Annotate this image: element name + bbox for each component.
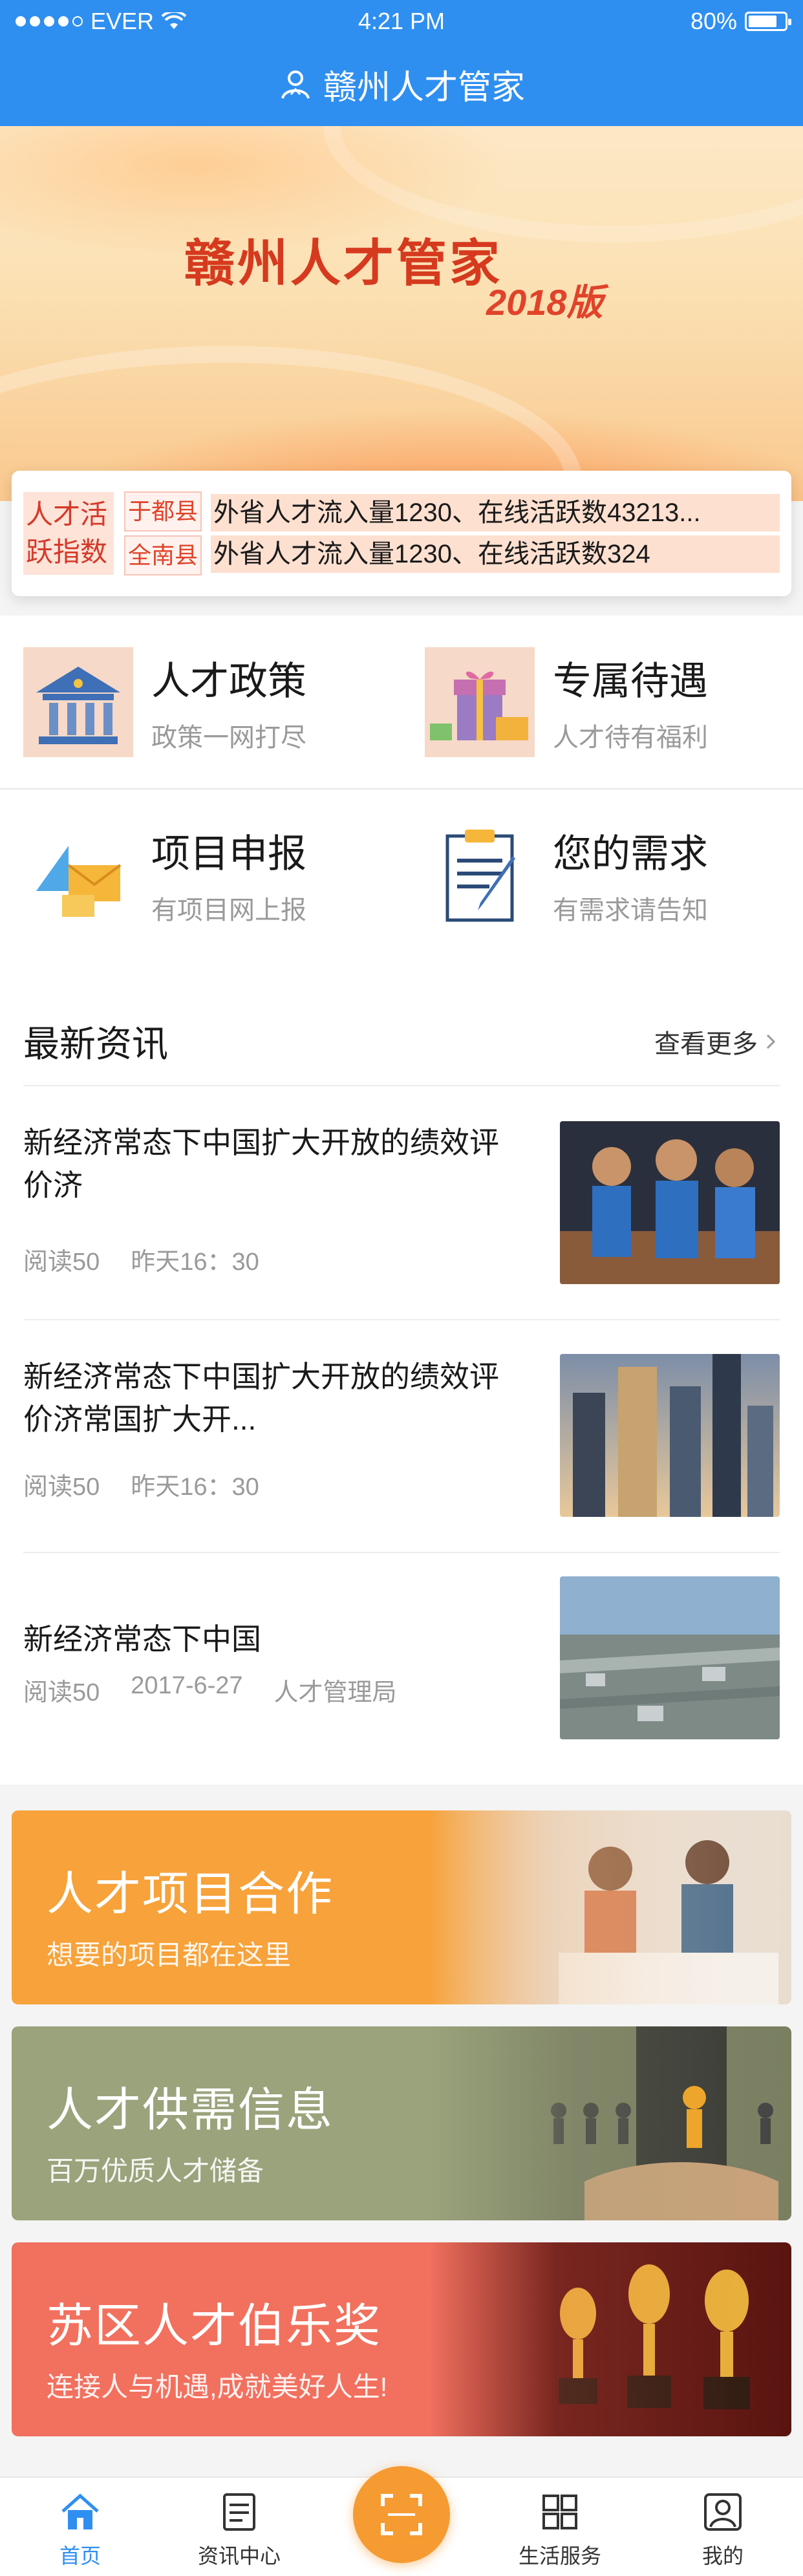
news-item[interactable]: 新经济常态下中国 阅读50 2017-6-27 人才管理局: [0, 1553, 803, 1786]
ticker-line: 外省人才流入量1230、在线活跃数324: [211, 535, 780, 573]
grid-item-subtitle: 人才待有福利: [553, 724, 708, 752]
ticker-line: 外省人才流入量1230、在线活跃数43213...: [211, 494, 780, 531]
gift-icon: [425, 647, 535, 757]
tab-label: 我的: [701, 2544, 744, 2568]
ticker-region: 全南县: [124, 535, 202, 575]
banner-title: 人才项目合作: [47, 1869, 334, 1920]
grid-item-talent-policy[interactable]: 人才政策 政策一网打尽: [0, 616, 402, 788]
hero-subtitle: 2018版: [486, 282, 603, 323]
bottom-tab-bar: 首页 资讯中心 生活服务 我的: [0, 2466, 803, 2576]
news-item-title: 新经济常态下中国扩大开放的绩效评价济: [23, 1126, 499, 1202]
envelope-arrow-icon: [23, 820, 133, 930]
news-item-meta: 阅读50 昨天16：30: [23, 1241, 259, 1277]
news-item[interactable]: 新经济常态下中国扩大开放的绩效评价济常国扩大开... 阅读50 昨天16：30: [0, 1320, 803, 1553]
status-time: 4:21 PM: [358, 8, 445, 34]
banner-photo-people-hand: [429, 2026, 791, 2220]
news-item-reads: 阅读50: [23, 1474, 100, 1501]
ticker-label: 人才活跃指数: [23, 492, 114, 575]
news-section-title: 最新资讯: [23, 1024, 168, 1064]
news-item-reads: 阅读50: [23, 1679, 100, 1706]
nav-title-bar: 赣州人才管家: [0, 43, 803, 126]
banner-suqu-talent-award[interactable]: 苏区人才伯乐奖 连接人与机遇,成就美好人生!: [12, 2242, 791, 2436]
tab-home[interactable]: 首页: [16, 2491, 145, 2570]
view-more-label: 查看更多: [654, 1030, 758, 1058]
banner-title: 苏区人才伯乐奖: [47, 2301, 382, 2352]
scan-icon: [381, 2494, 422, 2535]
tab-label: 生活服务: [518, 2544, 601, 2568]
tab-life-services[interactable]: 生活服务: [495, 2491, 625, 2570]
news-thumbnail-skyscrapers: [560, 1354, 780, 1517]
grid-item-title: 专属待遇: [553, 660, 708, 703]
banner-photo-team: [429, 1810, 791, 2004]
news-item-reads: 阅读50: [23, 1249, 100, 1276]
status-bar: EVER 4:21 PM 80%: [0, 0, 803, 43]
home-icon: [61, 2493, 99, 2529]
page-title: 赣州人才管家: [323, 69, 525, 107]
grid-icon: [542, 2495, 577, 2529]
news-section: 最新资讯 查看更多 新经济常态下中国扩大开放的绩效评价济 阅读50 昨天16：3…: [0, 960, 803, 1785]
feature-grid: 人才政策 政策一网打尽 专属待遇 人才待有福利 项目申报 有项目网上报 您的需求…: [0, 616, 803, 961]
news-item-title: 新经济常态下中国: [23, 1622, 261, 1656]
bank-icon: [23, 647, 133, 757]
tab-news-center[interactable]: 资讯中心: [175, 2491, 304, 2570]
view-more-link[interactable]: 查看更多: [654, 1023, 780, 1060]
banner-subtitle: 想要的项目都在这里: [47, 1940, 292, 1970]
grid-item-title: 您的需求: [553, 832, 708, 875]
news-item-source: 人才管理局: [273, 1679, 397, 1706]
grid-item-exclusive-benefits[interactable]: 专属待遇 人才待有福利: [402, 616, 803, 788]
tab-label: 资讯中心: [197, 2544, 281, 2568]
tab-mine[interactable]: 我的: [658, 2491, 787, 2570]
ticker-regions: 于都县 全南县: [124, 488, 202, 579]
grid-item-your-needs[interactable]: 您的需求 有需求请告知: [402, 788, 803, 961]
news-thumbnail-city-aerial: [560, 1576, 780, 1739]
news-item[interactable]: 新经济常态下中国扩大开放的绩效评价济 阅读50 昨天16：30: [0, 1086, 803, 1319]
grid-item-title: 人才政策: [151, 660, 306, 703]
grid-item-subtitle: 有项目网上报: [151, 896, 306, 925]
ticker-region: 于都县: [124, 491, 202, 531]
banner-talent-project-cooperation[interactable]: 人才项目合作 想要的项目都在这里: [12, 1810, 791, 2004]
news-item-time: 2017-6-27: [131, 1672, 243, 1699]
hero-banner[interactable]: 赣州人才管家 2018版: [0, 126, 803, 501]
news-item-time: 昨天16：30: [131, 1474, 259, 1501]
grid-item-project-application[interactable]: 项目申报 有项目网上报: [0, 788, 402, 961]
news-item-title: 新经济常态下中国扩大开放的绩效评价济常国扩大开...: [23, 1360, 499, 1436]
battery-icon: [745, 12, 791, 31]
banner-subtitle: 连接人与机遇,成就美好人生!: [47, 2372, 388, 2402]
banner-subtitle: 百万优质人才储备: [47, 2156, 264, 2186]
news-thumbnail-basketball: [560, 1121, 780, 1284]
user-icon: [704, 2493, 742, 2531]
grid-item-subtitle: 有需求请告知: [553, 896, 708, 925]
news-item-meta: 阅读50 2017-6-27 人才管理局: [23, 1672, 397, 1708]
banner-title: 人才供需信息: [47, 2085, 334, 2136]
scan-button[interactable]: [353, 2466, 450, 2563]
tab-label: 首页: [59, 2544, 101, 2568]
grid-item-text: 您的需求 有需求请告知: [553, 822, 708, 927]
hero-title: 赣州人才管家: [184, 235, 503, 292]
chevron-right-icon: [766, 1034, 776, 1049]
top-bar: EVER 4:21 PM 80% 赣州人才管家: [0, 0, 803, 126]
talent-activity-ticker[interactable]: 人才活跃指数 于都县 全南县 外省人才流入量1230、在线活跃数43213...…: [12, 471, 791, 596]
grid-item-text: 项目申报 有项目网上报: [151, 822, 306, 927]
news-item-time: 昨天16：30: [131, 1249, 259, 1276]
banner-talent-supply-demand[interactable]: 人才供需信息 百万优质人才储备: [12, 2026, 791, 2220]
clipboard-pen-icon: [425, 820, 535, 930]
news-item-meta: 阅读50 昨天16：30: [23, 1466, 259, 1502]
news-icon: [223, 2493, 255, 2531]
person-logo-icon: [281, 70, 310, 99]
grid-item-text: 人才政策 政策一网打尽: [151, 650, 306, 754]
grid-item-text: 专属待遇 人才待有福利: [553, 650, 708, 754]
news-header: 最新资讯 查看更多: [0, 960, 803, 1085]
grid-item-title: 项目申报: [151, 832, 306, 875]
grid-item-subtitle: 政策一网打尽: [151, 724, 306, 752]
ticker-lines: 外省人才流入量1230、在线活跃数43213... 外省人才流入量1230、在线…: [211, 490, 780, 577]
banner-photo-trophies: [429, 2242, 791, 2436]
